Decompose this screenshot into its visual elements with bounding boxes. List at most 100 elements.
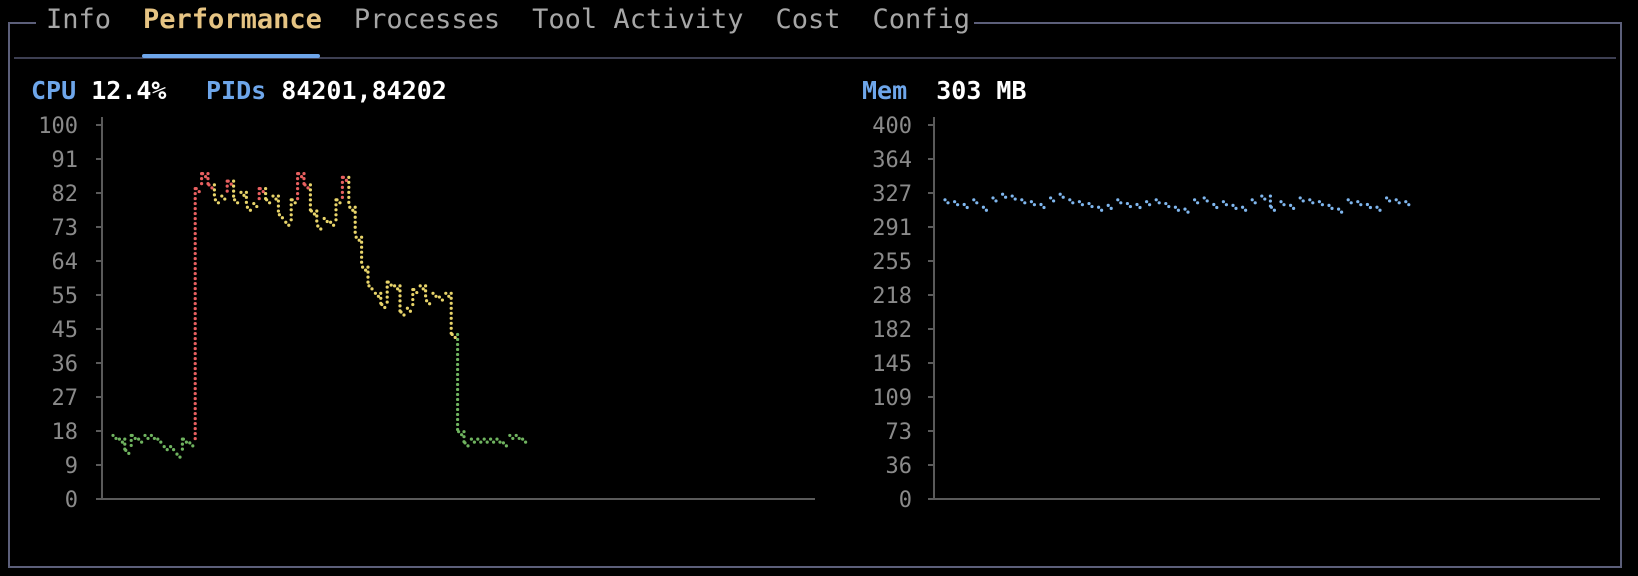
cpu-tick-label: 100 bbox=[38, 114, 78, 139]
cpu-point bbox=[508, 433, 515, 441]
cpu-point bbox=[175, 452, 182, 459]
mem-point bbox=[1145, 200, 1152, 207]
mem-point bbox=[1404, 200, 1411, 207]
cpu-point bbox=[315, 209, 323, 231]
cpu-point bbox=[521, 437, 528, 444]
cpu-point bbox=[252, 201, 259, 209]
mem-point bbox=[972, 198, 979, 205]
mem-point bbox=[1268, 194, 1276, 212]
mem-point bbox=[962, 202, 969, 210]
cpu-point bbox=[456, 332, 464, 437]
cpu-point bbox=[366, 265, 374, 291]
cpu-point bbox=[206, 172, 214, 190]
mem-tick-label: 218 bbox=[872, 284, 912, 309]
mem-point bbox=[1058, 192, 1065, 199]
cpu-point bbox=[302, 172, 310, 190]
cpu-point bbox=[239, 190, 246, 197]
mem-point bbox=[1337, 207, 1344, 214]
cpu-point bbox=[200, 172, 208, 186]
cpu-point bbox=[308, 183, 316, 216]
cpu-point bbox=[501, 441, 508, 448]
cpu-point bbox=[244, 190, 252, 212]
cpu-point bbox=[149, 433, 156, 441]
mem-point bbox=[1173, 205, 1180, 212]
cpu-point bbox=[329, 220, 336, 227]
cpu-point bbox=[169, 445, 176, 452]
cpu-point bbox=[143, 433, 150, 441]
mem-point bbox=[1125, 201, 1132, 209]
charts-canvas: 100 91 82 73 64 55 45 36 27 18 9 0 400 364 327 291 255 21… bbox=[38, 114, 1600, 513]
mem-point bbox=[1260, 194, 1267, 201]
cpu-point bbox=[271, 194, 278, 201]
cpu-point bbox=[444, 291, 451, 298]
mem-point bbox=[1394, 198, 1401, 205]
mem-point bbox=[1049, 196, 1056, 203]
mem-tick-label: 291 bbox=[872, 216, 912, 241]
mem-point bbox=[1193, 198, 1200, 205]
mem-tick-label: 73 bbox=[886, 420, 913, 445]
mem-point bbox=[1212, 202, 1219, 210]
cpu-tick-label: 73 bbox=[52, 216, 79, 241]
cpu-point bbox=[188, 441, 195, 448]
mem-point bbox=[1346, 198, 1353, 205]
mem-point bbox=[1116, 198, 1123, 205]
mem-point bbox=[1317, 200, 1324, 207]
mem-tick-label: 400 bbox=[872, 114, 912, 139]
cpu-point bbox=[385, 280, 393, 304]
cpu-point bbox=[111, 433, 118, 441]
mem-point bbox=[1356, 200, 1363, 207]
mem-point bbox=[1183, 207, 1190, 214]
mem-point bbox=[1385, 196, 1392, 203]
cpu-point bbox=[514, 433, 521, 441]
mem-point bbox=[1231, 203, 1238, 211]
cpu-point bbox=[431, 291, 438, 298]
cpu-point bbox=[220, 194, 227, 201]
mem-point bbox=[1106, 203, 1113, 211]
mem-point bbox=[1135, 202, 1142, 210]
mem-point bbox=[943, 198, 950, 205]
cpu-point bbox=[212, 183, 220, 205]
mem-point bbox=[1202, 196, 1209, 203]
cpu-point bbox=[129, 433, 137, 448]
cpu-point bbox=[437, 295, 444, 302]
mem-point bbox=[1298, 196, 1305, 203]
cpu-tick-label: 9 bbox=[65, 454, 78, 479]
cpu-tick-label: 18 bbox=[52, 420, 79, 445]
mem-point bbox=[1001, 192, 1008, 199]
cpu-point bbox=[469, 437, 476, 444]
cpu-tick-label: 64 bbox=[52, 250, 79, 275]
cpu-tick-label: 91 bbox=[52, 148, 79, 173]
cpu-tick-label: 0 bbox=[65, 488, 78, 513]
mem-point bbox=[1279, 200, 1286, 207]
cpu-point bbox=[264, 186, 272, 205]
cpu-point bbox=[193, 186, 201, 441]
cpu-point bbox=[449, 291, 457, 340]
cpu-point bbox=[117, 437, 124, 444]
mem-point bbox=[981, 205, 989, 212]
mem-tick-label: 255 bbox=[872, 250, 912, 275]
mem-tick-label: 327 bbox=[872, 182, 912, 207]
cpu-point bbox=[482, 437, 489, 444]
cpu-point bbox=[289, 198, 297, 222]
cpu-point bbox=[353, 205, 361, 242]
mem-point bbox=[1068, 198, 1075, 205]
mem-tick-label: 0 bbox=[899, 488, 912, 513]
cpu-tick-label: 36 bbox=[52, 352, 79, 377]
mem-point bbox=[1087, 201, 1094, 209]
mem-point bbox=[1097, 205, 1104, 212]
cpu-point bbox=[232, 179, 240, 205]
cpu-point bbox=[340, 175, 348, 199]
cpu-tick-label: 27 bbox=[52, 386, 79, 411]
mem-point bbox=[1289, 203, 1296, 211]
mem-tick-label: 36 bbox=[886, 454, 913, 479]
cpu-point bbox=[393, 284, 400, 291]
cpu-point bbox=[322, 216, 329, 224]
cpu-point bbox=[398, 284, 406, 317]
cpu-point bbox=[495, 437, 502, 444]
cpu-tick-label: 45 bbox=[52, 318, 79, 343]
cpu-point bbox=[405, 306, 412, 313]
mem-point bbox=[1327, 203, 1334, 211]
cpu-point bbox=[123, 437, 131, 455]
cpu-point bbox=[257, 186, 265, 201]
cpu-point bbox=[296, 172, 304, 201]
